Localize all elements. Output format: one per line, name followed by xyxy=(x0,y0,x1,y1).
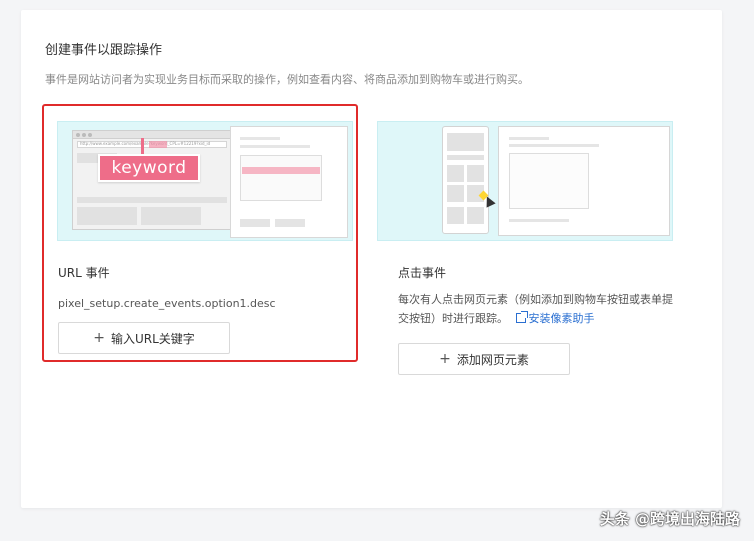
address-text: http://www.example.com/example?keyword_C… xyxy=(80,141,211,146)
section-subtitle: 事件是网站访问者为实现业务目标而采取的操作，例如查看内容、将商品添加到购物车或进… xyxy=(45,73,529,86)
placeholder-button xyxy=(240,219,270,227)
placeholder-block xyxy=(447,185,464,202)
click-event-illustration xyxy=(377,121,673,241)
url-event-label: URL 事件 xyxy=(58,266,110,280)
webpage-box xyxy=(509,153,589,209)
placeholder-block xyxy=(447,155,484,160)
install-pixel-helper-link[interactable]: 安装像素助手 xyxy=(515,311,595,325)
placeholder-block xyxy=(77,207,137,225)
click-event-description: 每次有人点击网页元素（例如添加到购物车按钮或表单提 交按钮）时进行跟踪。 安装像… xyxy=(398,290,698,328)
placeholder-line xyxy=(240,145,310,148)
create-events-card: 创建事件以跟踪操作 事件是网站访问者为实现业务目标而采取的操作，例如查看内容、将… xyxy=(21,10,722,508)
placeholder-block xyxy=(447,133,484,151)
click-desc-line1: 每次有人点击网页元素（例如添加到购物车按钮或表单提 xyxy=(398,293,673,306)
placeholder-block xyxy=(467,165,484,182)
placeholder-line xyxy=(509,219,569,222)
window-dot-icon xyxy=(82,133,86,137)
browser-titlebar xyxy=(73,131,231,139)
placeholder-line xyxy=(509,144,599,147)
external-link-icon xyxy=(515,311,528,323)
phone-mock xyxy=(442,126,489,234)
url-event-description: pixel_setup.create_events.option1.desc xyxy=(58,297,276,310)
url-event-illustration: http://www.example.com/example?keyword_C… xyxy=(57,121,353,241)
click-desc-line2: 交按钮）时进行跟踪。 xyxy=(398,312,508,325)
plus-icon: + xyxy=(93,330,105,346)
placeholder-button xyxy=(275,219,305,227)
add-web-element-label: 添加网页元素 xyxy=(456,352,529,367)
placeholder-block xyxy=(447,165,464,182)
placeholder-block xyxy=(467,207,484,224)
watermark: 头条 @跨境出海陆路 xyxy=(599,510,740,528)
window-dot-icon xyxy=(76,133,80,137)
keyword-badge: keyword xyxy=(98,154,200,182)
placeholder-line xyxy=(240,137,280,140)
webpage-mock xyxy=(498,126,670,236)
option-url-event[interactable]: http://www.example.com/example?keyword_C… xyxy=(42,104,358,362)
install-pixel-helper-label: 安装像素助手 xyxy=(528,312,595,325)
settings-panel-mock xyxy=(230,126,348,238)
window-dot-icon xyxy=(88,133,92,137)
placeholder-block xyxy=(141,207,201,225)
keyword-highlight xyxy=(149,141,167,148)
enter-url-keyword-label: 输入URL关键字 xyxy=(110,331,195,346)
placeholder-block xyxy=(77,197,227,203)
keyword-field-highlight xyxy=(242,167,320,174)
add-web-element-button[interactable]: + 添加网页元素 xyxy=(398,343,570,375)
option-click-event[interactable]: 点击事件 每次有人点击网页元素（例如添加到购物车按钮或表单提 交按钮）时进行跟踪… xyxy=(363,104,679,375)
plus-icon: + xyxy=(439,351,451,367)
keyword-pointer xyxy=(141,138,144,155)
section-title: 创建事件以跟踪操作 xyxy=(45,43,163,58)
placeholder-line xyxy=(509,137,549,140)
panel-box xyxy=(240,155,322,201)
click-event-label: 点击事件 xyxy=(398,266,447,280)
placeholder-block xyxy=(447,207,464,224)
enter-url-keyword-button[interactable]: + 输入URL关键字 xyxy=(58,322,230,354)
click-desc-line2-wrap: 交按钮）时进行跟踪。 安装像素助手 xyxy=(398,309,698,328)
